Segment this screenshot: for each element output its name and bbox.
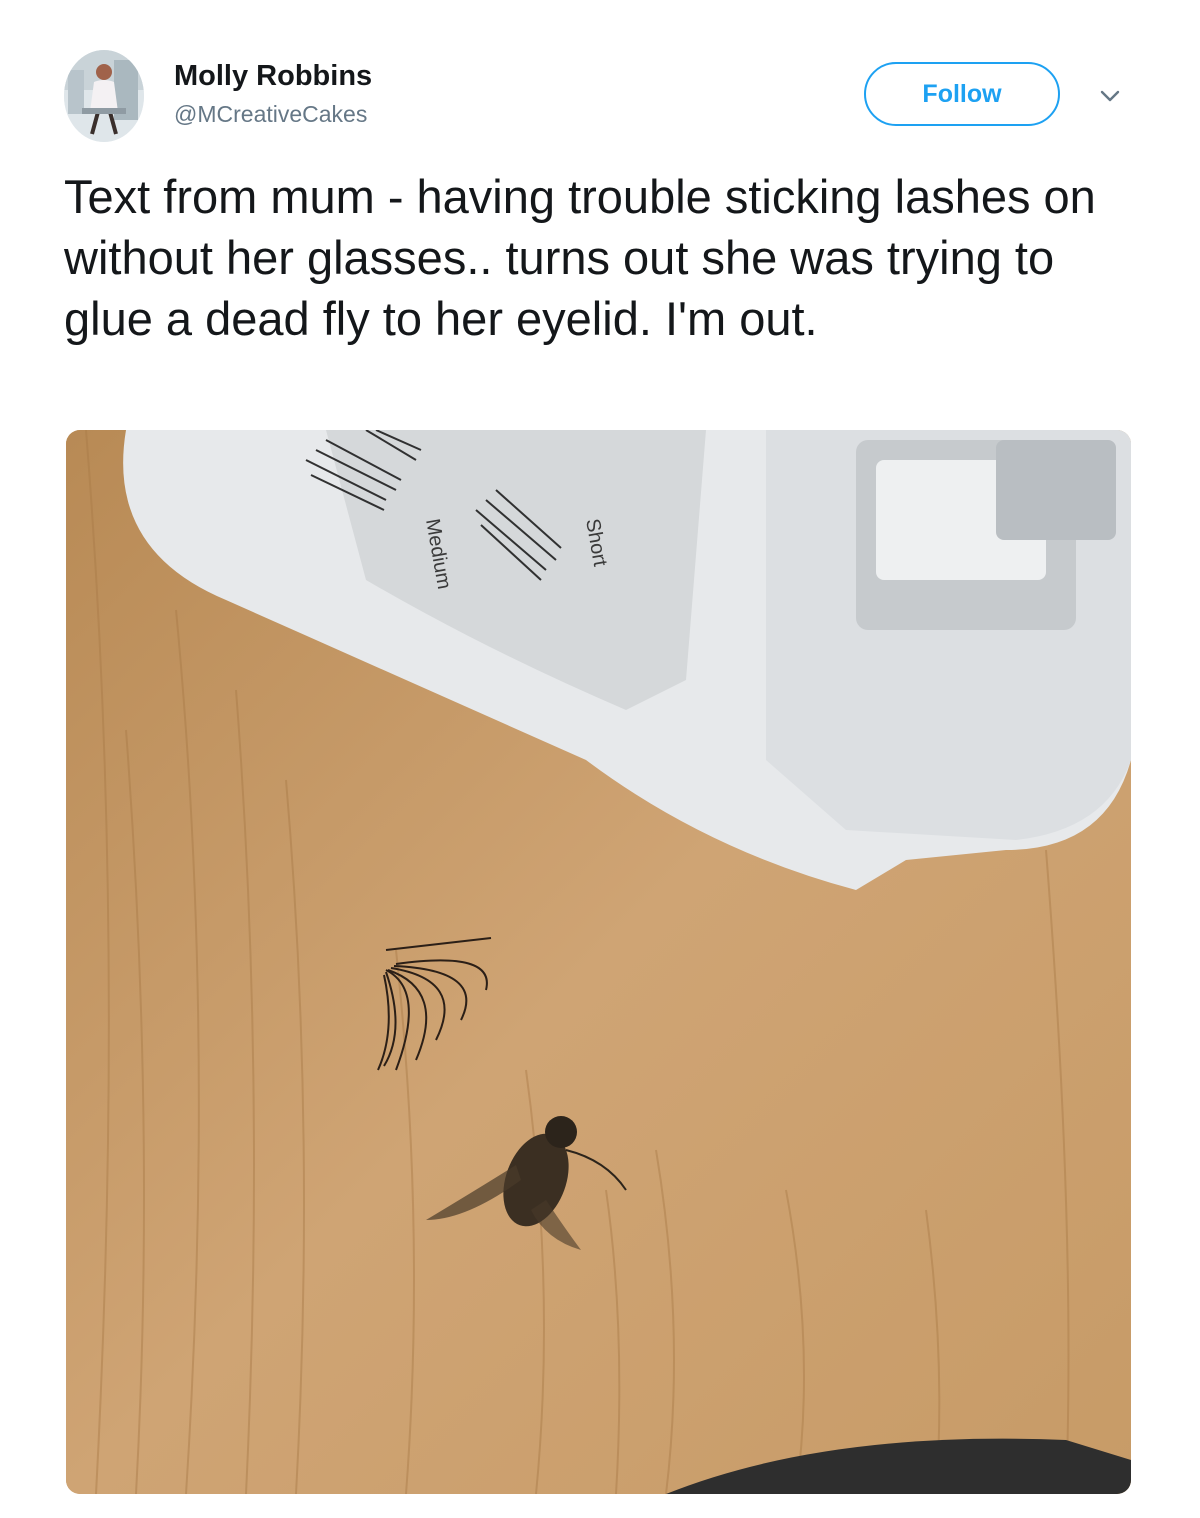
tweet-card: Molly Robbins @MCreativeCakes Follow Tex…	[0, 0, 1200, 1518]
display-name[interactable]: Molly Robbins	[174, 58, 372, 94]
follow-button[interactable]: Follow	[864, 62, 1060, 126]
avatar[interactable]	[64, 50, 144, 142]
tweet-photo[interactable]: Medium Short	[66, 430, 1131, 1494]
tweet-header: Molly Robbins @MCreativeCakes Follow	[64, 50, 1144, 150]
user-names: Molly Robbins @MCreativeCakes	[174, 58, 372, 130]
screen-name[interactable]: @MCreativeCakes	[174, 98, 372, 130]
tweet-text: Text from mum - having trouble sticking …	[64, 170, 1096, 345]
chevron-down-icon[interactable]	[1094, 80, 1126, 112]
avatar-image	[64, 50, 144, 142]
